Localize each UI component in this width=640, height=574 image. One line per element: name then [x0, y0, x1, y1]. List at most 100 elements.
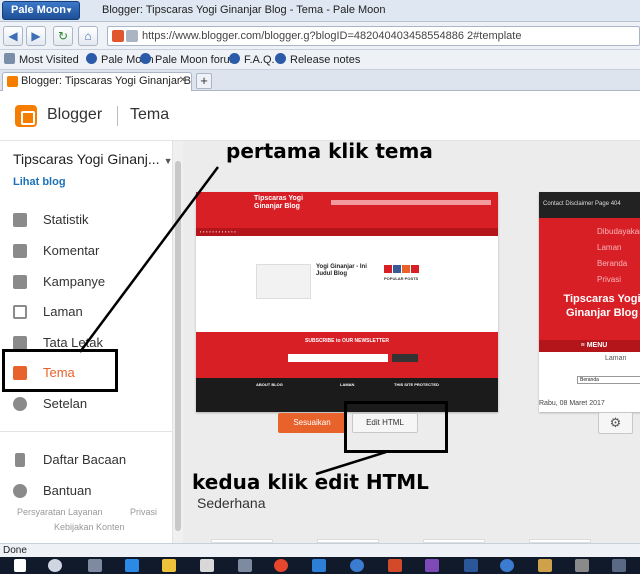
bookmark-pale-moon-forum[interactable]: Pale Moon forum	[140, 53, 239, 66]
home-button[interactable]: ⌂	[78, 26, 98, 46]
preview-widget-title: POPULAR POSTS	[384, 276, 419, 281]
blog-name: Tipscaras Yogi Ginanj...	[13, 151, 160, 167]
tab-blogger[interactable]: Blogger: Tipscaras Yogi Ginanjar Blog...…	[2, 72, 192, 91]
mobile-theme-preview[interactable]: Contact Disclaimer Page 404 Dibudayakan …	[539, 192, 640, 412]
blogger-header: Blogger Tema	[0, 91, 640, 141]
annotation-box-edit-html	[344, 401, 448, 453]
file-explorer-icon[interactable]	[162, 559, 176, 572]
blog-selector[interactable]: Tipscaras Yogi Ginanj... ▼	[13, 151, 172, 167]
app-icon[interactable]	[238, 559, 252, 572]
preview-sidebar-widget: POPULAR POSTS	[384, 262, 444, 317]
mobile-blog-title: Tipscaras Yogi Ginanjar Blog	[563, 293, 640, 319]
preview-newsletter: SUBSCRIBE to OUR NEWSLETTER	[196, 332, 498, 378]
sidebar-item-label: Laman	[43, 304, 83, 319]
app-icon[interactable]	[575, 559, 589, 572]
footer-link-privacy[interactable]: Privasi	[130, 507, 157, 517]
word-icon[interactable]	[464, 559, 478, 572]
mobile-link: Beranda	[597, 259, 628, 268]
bookmarks-toolbar: Most Visited Pale Moon Pale Moon forum F…	[0, 50, 640, 70]
bookmark-label: Most Visited	[19, 54, 79, 66]
windows-start-icon[interactable]	[14, 559, 26, 572]
sidebar-item-laman[interactable]: Laman	[0, 297, 170, 327]
store-icon[interactable]	[200, 559, 214, 572]
preview-footer-protected: THIS SITE PROTECTED	[394, 382, 439, 387]
sidebar-item-bantuan[interactable]: Bantuan	[0, 476, 170, 506]
back-button[interactable]: ◀	[3, 26, 23, 46]
blogger-icon	[7, 76, 18, 87]
pale-moon-icon	[275, 53, 286, 64]
mobile-settings-button[interactable]: ⚙	[598, 412, 633, 434]
chrome-icon[interactable]	[274, 559, 288, 572]
comment-icon	[13, 244, 27, 258]
live-theme-preview[interactable]: Tipscaras Yogi Ginanjar Blog ▪ ▪ ▪ ▪ ▪ ▪…	[196, 192, 498, 412]
preview-post-title: Yogi Ginanjar - Ini Judul Blog	[316, 264, 367, 277]
bookmark-label: F.A.Q.	[244, 54, 275, 66]
bookmark-release-notes[interactable]: Release notes	[275, 53, 360, 66]
pale-moon-icon	[140, 53, 151, 64]
close-icon[interactable]: ✕	[179, 75, 187, 86]
sidebar-item-statistik[interactable]: Statistik	[0, 205, 170, 235]
bookmark-label: Pale Moon forum	[155, 54, 239, 66]
sidebar-item-kampanye[interactable]: Kampanye	[0, 267, 170, 297]
sidebar-item-setelan[interactable]: Setelan	[0, 389, 170, 419]
reload-button[interactable]: ↻	[53, 26, 73, 46]
mobile-header: Dibudayakan oleh Laman Beranda Privasi T…	[539, 218, 640, 340]
social-icon	[402, 265, 410, 273]
pale-moon-menu-button[interactable]: Pale Moon ▼	[2, 1, 80, 20]
gear-icon: ⚙	[609, 415, 622, 430]
blogger-sidebar: Tipscaras Yogi Ginanj... ▼ Lihat blog Sta…	[0, 141, 183, 543]
blogger-logo-icon[interactable]	[15, 105, 37, 127]
bookmark-most-visited[interactable]: Most Visited	[4, 53, 79, 66]
url-bar[interactable]: https://www.blogger.com/blogger.g?blogID…	[107, 26, 640, 46]
edge-icon[interactable]	[125, 559, 139, 572]
globe-icon[interactable]	[350, 559, 364, 572]
app-icon[interactable]	[612, 559, 626, 572]
sidebar-item-komentar[interactable]: Komentar	[0, 236, 170, 266]
photoshop-icon[interactable]	[312, 559, 326, 572]
social-icon	[393, 265, 401, 273]
scrollbar-thumb[interactable]	[175, 161, 181, 531]
social-icon	[411, 265, 419, 273]
sidebar-item-daftar-bacaan[interactable]: Daftar Bacaan	[0, 445, 170, 475]
mobile-link: Laman	[597, 243, 622, 252]
bookmark-faq[interactable]: F.A.Q.	[229, 53, 275, 66]
preview-top-bar	[331, 200, 491, 205]
customize-button[interactable]: Sesuaikan	[278, 413, 346, 433]
app-icon[interactable]	[425, 559, 439, 572]
mobile-link: Privasi	[597, 275, 622, 284]
social-icon	[384, 265, 392, 273]
footer-link-content-policy[interactable]: Kebijakan Konten	[54, 522, 125, 532]
windows-taskbar	[0, 557, 640, 574]
preview-newsletter-title: SUBSCRIBE to OUR NEWSLETTER	[305, 338, 389, 344]
preview-blog-title: Tipscaras Yogi Ginanjar Blog	[254, 195, 304, 210]
preview-nav: ▪ ▪ ▪ ▪ ▪ ▪ ▪ ▪ ▪ ▪ ▪ ▪	[196, 228, 498, 236]
mobile-post-date: Rabu, 08 Maret 2017	[539, 400, 605, 407]
app-icon[interactable]	[388, 559, 402, 572]
task-view-icon[interactable]	[88, 559, 102, 572]
app-name: Blogger	[47, 106, 103, 123]
preview-newsletter-input	[288, 354, 388, 362]
header-divider	[117, 106, 118, 126]
app-icon[interactable]	[538, 559, 552, 572]
preview-footer-laman: LAMAN	[340, 382, 355, 387]
pale-moon-icon[interactable]	[500, 559, 514, 572]
preview-footer-about: ABOUT BLOG	[256, 382, 283, 387]
mobile-top-links: Contact Disclaimer Page 404	[543, 201, 621, 207]
sidebar-scrollbar[interactable]	[172, 141, 183, 543]
view-blog-link[interactable]: Lihat blog	[13, 176, 66, 188]
annotation-box-tema	[2, 349, 118, 392]
url-text: https://www.blogger.com/blogger.g?blogID…	[142, 30, 522, 42]
title-bar: Pale Moon ▼ Blogger: Tipscaras Yogi Gina…	[0, 0, 640, 22]
section-title-simple: Sederhana	[197, 495, 266, 511]
stats-icon	[13, 213, 27, 227]
identity-icon	[126, 30, 138, 42]
forward-button[interactable]: ▶	[26, 26, 46, 46]
bookmark-icon	[15, 453, 25, 467]
preview-post-thumbnail	[256, 264, 311, 299]
preview-newsletter-button	[392, 354, 418, 362]
folder-icon	[4, 53, 15, 64]
search-icon[interactable]	[48, 559, 62, 572]
footer-link-terms[interactable]: Persyaratan Layanan	[17, 507, 103, 517]
sidebar-divider	[0, 431, 172, 432]
new-tab-button[interactable]: +	[196, 73, 212, 89]
